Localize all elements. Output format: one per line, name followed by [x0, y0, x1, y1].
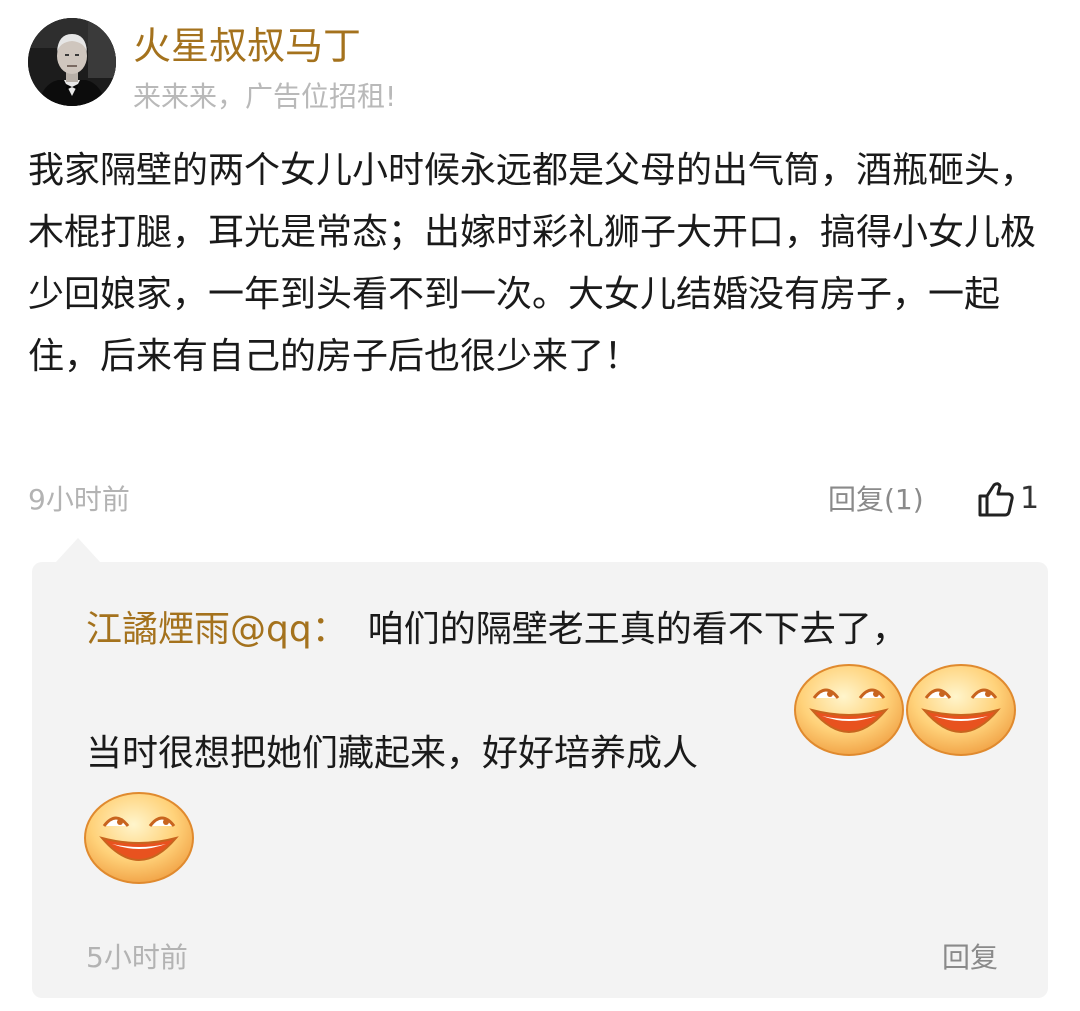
like-count: 1 [1020, 481, 1040, 516]
like-button[interactable]: 1 [976, 477, 1039, 521]
reply-author-name[interactable]: 江譎煙雨@qq [86, 609, 312, 650]
comment-timestamp: 9小时前 [28, 483, 130, 516]
reply-timestamp: 5小时前 [86, 941, 188, 974]
laughing-face-emoji [794, 664, 904, 756]
reply-first-line: 江譎煙雨@qq： 咱们的隔壁老王真的看不下去了， [86, 602, 908, 658]
reply-text-line1: 咱们的隔壁老王真的看不下去了， [367, 609, 908, 650]
avatar-photo [28, 18, 116, 106]
reply-box: 江譎煙雨@qq： 咱们的隔壁老王真的看不下去了， 当时很想把她们藏起来，好好培养成… [32, 562, 1048, 998]
reply-text-line2: 当时很想把她们藏起来，好好培养成人 [86, 733, 699, 774]
reply-button[interactable]: 回复 [942, 938, 998, 978]
reply-colon: ： [311, 609, 348, 650]
author-name[interactable]: 火星叔叔马丁 [133, 20, 361, 72]
reply-count-button[interactable]: 回复(1) [828, 480, 924, 520]
reply-box-pointer [56, 538, 100, 562]
comment-body: 我家隔壁的两个女儿小时候永远都是父母的出气筒，酒瓶砸头，木棍打腿，耳光是常态；出… [28, 150, 1037, 377]
comment-page: 火星叔叔马丁 来来来，广告位招租! 我家隔壁的两个女儿小时候永远都是父母的出气筒… [0, 0, 1080, 1011]
avatar[interactable] [28, 18, 116, 106]
laughing-face-emoji [84, 792, 194, 884]
author-signature: 来来来，广告位招租! [133, 80, 397, 113]
thumbs-up-icon [978, 482, 1014, 517]
laughing-face-emoji [906, 664, 1016, 756]
